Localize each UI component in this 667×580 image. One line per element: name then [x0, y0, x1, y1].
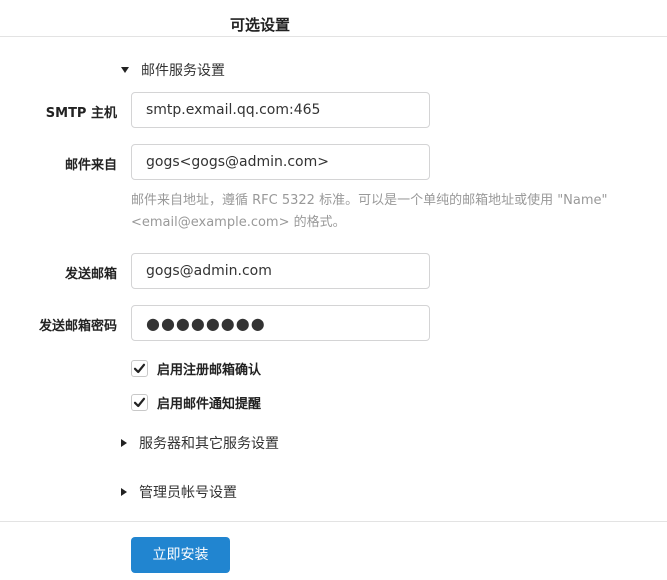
caret-right-icon	[121, 439, 127, 447]
admin-settings-label: 管理员帐号设置	[139, 485, 237, 501]
smtp-host-label: SMTP 主机	[45, 106, 117, 121]
page-title: 可选设置	[229, 16, 290, 34]
register-confirm-checkbox-row[interactable]: 启用注册邮箱确认	[131, 359, 261, 378]
title-divider	[0, 36, 667, 37]
mail-from-help: 邮件来自地址，遵循 RFC 5322 标准。可以是一个单纯的邮箱地址或使用 "N…	[131, 190, 651, 234]
register-confirm-label: 启用注册邮箱确认	[157, 363, 262, 378]
register-confirm-checkbox[interactable]	[131, 360, 148, 377]
mail-settings-toggle[interactable]: 邮件服务设置	[121, 60, 225, 80]
server-settings-toggle[interactable]: 服务器和其它服务设置	[121, 433, 279, 453]
sender-email-label: 发送邮箱	[64, 267, 117, 282]
server-settings-label: 服务器和其它服务设置	[139, 436, 279, 452]
mail-from-input[interactable]	[131, 144, 430, 180]
mail-notify-checkbox-row[interactable]: 启用邮件通知提醒	[131, 393, 261, 412]
mail-notify-checkbox[interactable]	[131, 394, 148, 411]
install-page: 可选设置 邮件服务设置 SMTP 主机 邮件来自 邮件来自地址，遵循 RFC 5…	[0, 0, 667, 580]
caret-down-icon	[121, 67, 129, 73]
admin-settings-toggle[interactable]: 管理员帐号设置	[121, 482, 237, 502]
checkmark-icon	[133, 363, 146, 374]
caret-right-icon	[121, 488, 127, 496]
sender-email-input[interactable]	[131, 253, 430, 289]
mail-from-help-line1: 邮件来自地址，遵循 RFC 5322 标准。可以是一个单纯的邮箱地址或使用 "N…	[131, 193, 608, 208]
checkmark-icon	[133, 397, 146, 408]
sender-password-label: 发送邮箱密码	[38, 319, 117, 334]
smtp-host-input[interactable]	[131, 92, 430, 128]
mail-from-help-line2: <email@example.com> 的格式。	[131, 215, 346, 230]
footer-divider	[0, 521, 667, 522]
sender-password-input[interactable]	[131, 305, 430, 341]
mail-settings-label: 邮件服务设置	[141, 63, 225, 79]
install-button[interactable]: 立即安装	[131, 537, 230, 573]
mail-from-label: 邮件来自	[64, 158, 117, 173]
mail-notify-label: 启用邮件通知提醒	[157, 397, 262, 412]
